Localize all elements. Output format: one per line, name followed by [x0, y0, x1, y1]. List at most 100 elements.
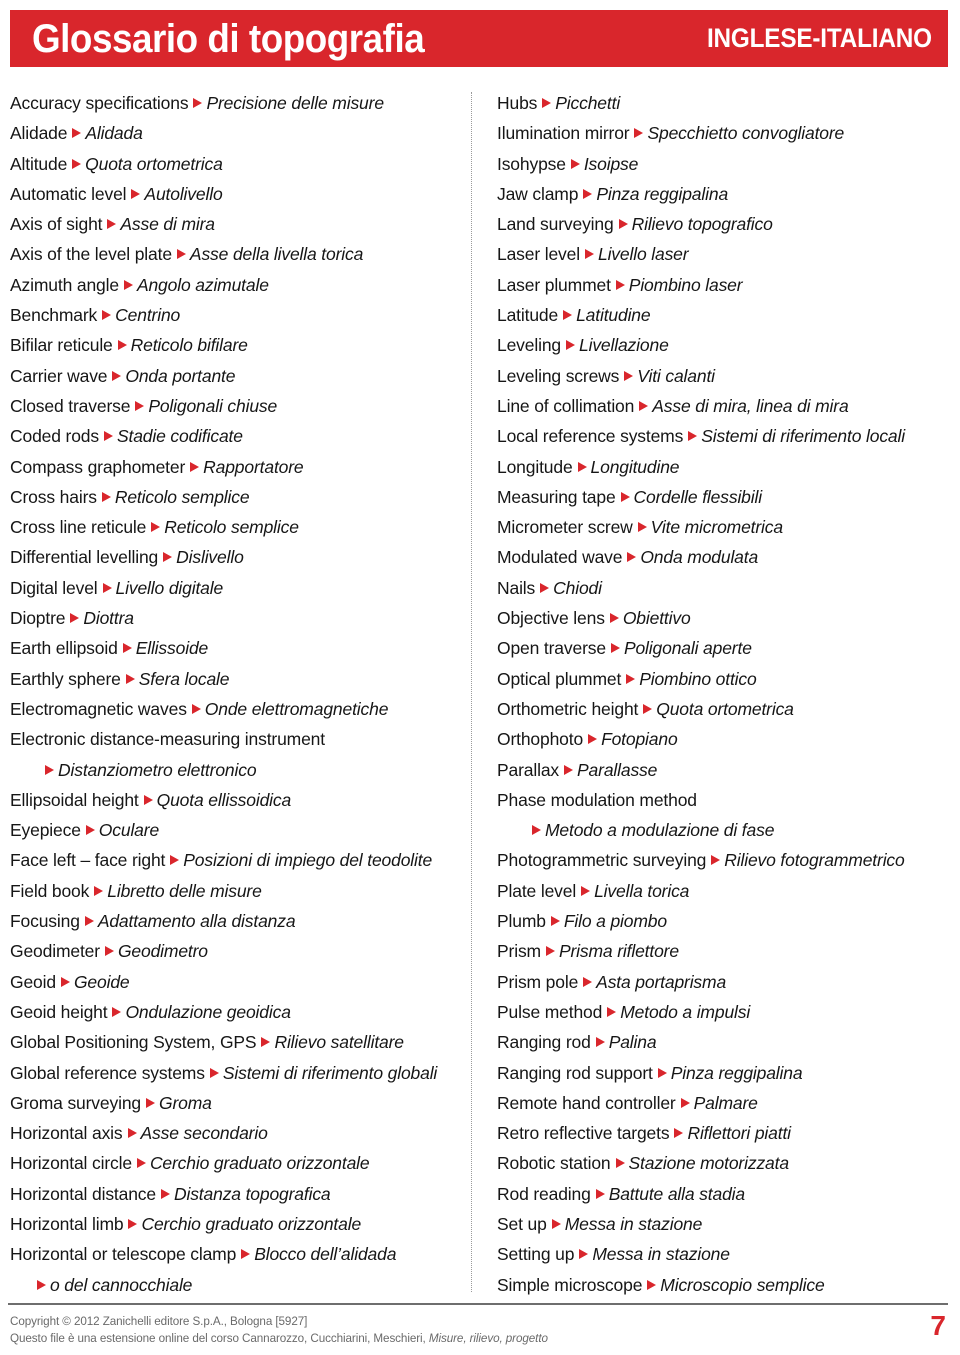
term-italian: Parallasse	[577, 759, 658, 780]
term-english: Geodimeter	[10, 941, 100, 962]
term-english: Leveling	[497, 335, 561, 356]
glossary-entry: Benchmark Centrino	[10, 300, 470, 330]
term-english: Objective lens	[497, 608, 605, 629]
triangle-right-icon	[615, 279, 625, 290]
term-english: Cross hairs	[10, 486, 97, 507]
term-english: Closed traverse	[10, 395, 131, 416]
term-italian: Rilievo topografico	[631, 214, 773, 235]
term-english: Horizontal distance	[10, 1183, 156, 1204]
glossary-entry: Geoid height Ondulazione geoidica	[10, 997, 470, 1027]
triangle-right-icon	[128, 1218, 138, 1229]
glossary-entry: Parallax Parallasse	[497, 755, 957, 785]
glossary-entry: Pulse method Metodo a impulsi	[497, 997, 957, 1027]
language-direction-label: INGLESE-ITALIANO	[707, 23, 932, 53]
term-english: Ellipsoidal height	[10, 789, 139, 810]
right-column: Hubs Picchetti Ilumination mirror Specchiet…	[497, 88, 957, 1300]
triangle-right-icon	[125, 673, 135, 684]
term-italian: Microscopio semplice	[660, 1274, 825, 1295]
term-english: Groma surveying	[10, 1092, 141, 1113]
term-italian: Battute alla stadia	[608, 1183, 745, 1204]
glossary-entry: Leveling Livellazione	[497, 330, 957, 360]
term-italian: Adattamento alla distanza	[97, 911, 296, 932]
term-english: Face left – face right	[10, 850, 166, 871]
triangle-right-icon	[123, 279, 133, 290]
term-english: Ranging rod support	[497, 1062, 653, 1083]
triangle-right-icon	[657, 1067, 667, 1078]
glossary-entry: Coded rods Stadie codificate	[10, 421, 470, 451]
term-italian: Isoipse	[583, 153, 639, 174]
glossary-entry: Distanziometro elettronico	[10, 755, 470, 785]
term-italian: Prisma riflettore	[558, 941, 679, 962]
triangle-right-icon	[674, 1128, 684, 1139]
term-english: Land surveying	[497, 214, 614, 235]
term-english: Horizontal axis	[10, 1123, 123, 1144]
term-italian: Asse della livella torica	[189, 244, 364, 265]
term-english: Geoid	[10, 971, 56, 992]
term-italian: Picchetti	[555, 93, 621, 113]
term-english: Prism pole	[497, 971, 579, 992]
term-italian: Riflettori piatti	[687, 1123, 791, 1144]
term-english: Longitude	[497, 456, 573, 477]
glossary-entry: Latitude Latitudine	[497, 300, 957, 330]
glossary-entry: Differential levelling Dislivello	[10, 542, 470, 572]
triangle-right-icon	[566, 340, 575, 351]
triangle-right-icon	[607, 1006, 617, 1017]
term-english: Horizontal limb	[10, 1213, 124, 1234]
glossary-entry: Prism pole Asta portaprisma	[497, 967, 957, 997]
term-english: Alidade	[10, 123, 68, 144]
term-english: Electromagnetic waves	[10, 698, 187, 719]
glossary-entry: Earthly sphere Sfera locale	[10, 664, 470, 694]
term-english: Cross line reticule	[10, 517, 147, 538]
page-header-banner: Glossario di topografia INGLESE-ITALIANO	[10, 10, 948, 67]
term-italian: Ellissoide	[135, 638, 209, 659]
term-english: Open traverse	[497, 638, 606, 659]
term-italian: Stazione motorizzata	[628, 1153, 790, 1174]
triangle-right-icon	[131, 188, 141, 199]
triangle-right-icon	[647, 1279, 657, 1290]
triangle-right-icon	[146, 1097, 155, 1108]
glossary-entry: Longitude Longitudine	[497, 452, 957, 482]
triangle-right-icon	[627, 552, 637, 563]
glossary-entry: Plate level Livella torica	[497, 876, 957, 906]
glossary-entry: Measuring tape Cordelle flessibili	[497, 482, 957, 512]
term-italian: Autolivello	[144, 183, 223, 204]
triangle-right-icon	[70, 613, 80, 624]
triangle-right-icon	[626, 673, 636, 684]
term-italian: Livella torica	[594, 880, 690, 901]
glossary-entry: Modulated wave Onda modulata	[497, 542, 957, 572]
term-english: Orthophoto	[497, 729, 584, 750]
glossary-entry: Remote hand controller Palmare	[497, 1088, 957, 1118]
term-italian: Pinza reggipalina	[596, 183, 729, 204]
term-italian: Cordelle flessibili	[633, 486, 763, 507]
glossary-entry: Automatic level Autolivello	[10, 179, 470, 209]
term-italian: Quota ortometrica	[85, 153, 223, 174]
source-note-title: Misure, rilievo, progetto	[428, 1330, 548, 1345]
term-italian: Onde elettromagnetiche	[204, 698, 389, 719]
term-english: Automatic level	[10, 183, 127, 204]
triangle-right-icon	[624, 370, 634, 381]
term-english: Orthometric height	[497, 698, 639, 719]
triangle-right-icon	[85, 825, 95, 836]
triangle-right-icon	[564, 764, 574, 775]
term-english: Geoid height	[10, 1001, 108, 1022]
source-note-prefix: Questo file è una estensione online del …	[10, 1330, 429, 1345]
term-italian: Metodo a impulsi	[620, 1001, 751, 1022]
triangle-right-icon	[532, 825, 541, 836]
triangle-right-icon	[170, 855, 180, 866]
term-english: Compass graphometer	[10, 456, 186, 477]
column-divider	[471, 92, 472, 1292]
triangle-right-icon	[160, 1188, 170, 1199]
term-italian: Oculare	[98, 820, 160, 841]
glossary-entry: Azimuth angle Angolo azimutale	[10, 270, 470, 300]
glossary-entry: Digital level Livello digitale	[10, 573, 470, 603]
triangle-right-icon	[643, 703, 653, 714]
term-english: Simple microscope	[497, 1274, 643, 1295]
term-english: Earthly sphere	[10, 668, 121, 689]
term-italian: Viti calanti	[637, 365, 715, 386]
triangle-right-icon	[241, 1249, 251, 1260]
glossary-entry: Axis of the level plate Asse della livell…	[10, 239, 470, 269]
term-english: Prism	[497, 941, 541, 962]
term-italian: Rapportatore	[203, 456, 304, 477]
glossary-entry: Closed traverse Poligonali chiuse	[10, 391, 470, 421]
triangle-right-icon	[101, 491, 111, 502]
